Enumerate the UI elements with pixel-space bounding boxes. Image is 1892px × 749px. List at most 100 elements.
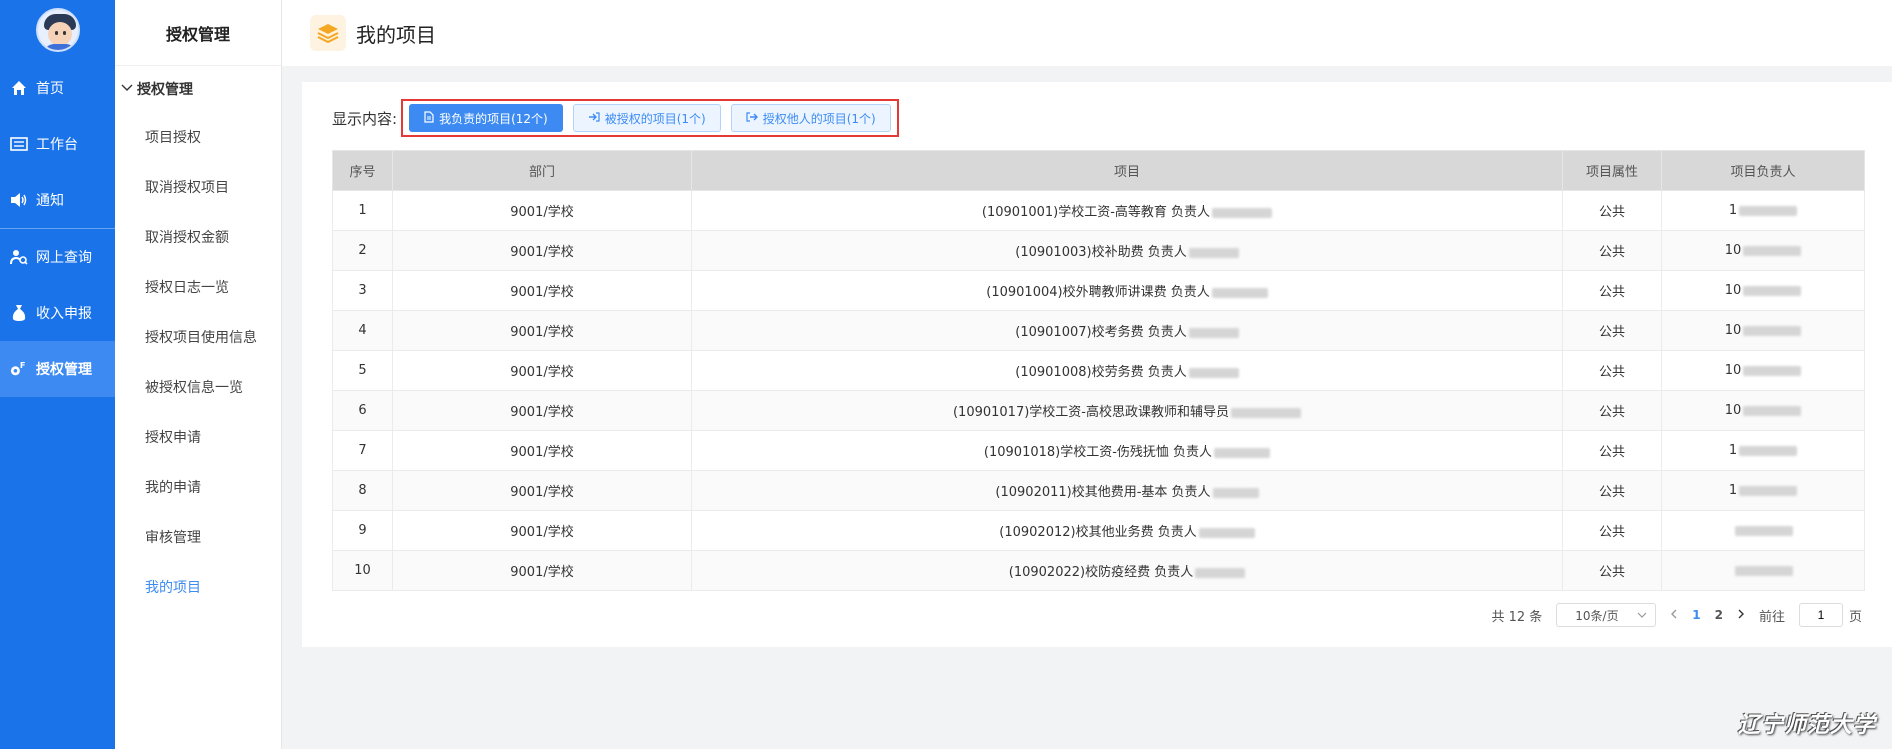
redacted-text: [1195, 567, 1246, 578]
cell-no: 9: [332, 510, 393, 551]
redacted-text: [1743, 405, 1802, 416]
col-header-no: 序号: [332, 150, 393, 191]
cell-dept: 9001/学校: [392, 190, 692, 231]
redacted-text: [1188, 327, 1239, 338]
avatar[interactable]: [35, 8, 80, 52]
subnav-item-cancel-project[interactable]: 取消授权项目: [115, 162, 281, 212]
nav-item-label: 收入申报: [36, 306, 92, 322]
cell-project-text: (10901018)学校工资-伤残抚恤 负责人: [983, 445, 1213, 460]
cell-attr-text: 公共: [1598, 325, 1625, 340]
authorized-others-button[interactable]: 授权他人的项目(1个): [730, 104, 891, 132]
cell-owner: 10: [1661, 230, 1865, 271]
table-row[interactable]: 4 9001/学校 (10901007)校考务费 负责人 公共 10: [332, 310, 1865, 351]
cell-no-text: 8: [358, 483, 367, 498]
cell-project: (10902011)校其他费用-基本 负责人: [691, 470, 1563, 511]
cell-dept-text: 9001/学校: [510, 285, 574, 300]
projects-table: 序号 部门 项目 项目属性 项目负责人 1 9001/学校 (10901001)学校…: [332, 150, 1865, 591]
page-2-button[interactable]: 2: [1715, 608, 1723, 622]
secondary-nav: 授权管理 授权管理 项目授权 取消授权项目 取消授权金额 授权日志一览 授权项目…: [115, 0, 282, 749]
table-row[interactable]: 8 9001/学校 (10902011)校其他费用-基本 负责人 公共 1: [332, 470, 1865, 511]
cell-dept: 9001/学校: [392, 390, 692, 431]
redacted-text: [1212, 487, 1259, 498]
cell-dept-text: 9001/学校: [510, 485, 574, 500]
cell-project: (10901003)校补助费 负责人: [691, 230, 1563, 271]
cell-project-text: (10901004)校外聘教师讲课费 负责人: [986, 285, 1210, 300]
cell-dept: 9001/学校: [392, 230, 692, 271]
subnav-item-my-projects[interactable]: 我的项目: [115, 562, 281, 612]
cell-dept: 9001/学校: [392, 350, 692, 391]
page-size-value: 10条/页: [1575, 608, 1619, 623]
subnav-item-authorized-info[interactable]: 被授权信息一览: [115, 362, 281, 412]
cell-attr-text: 公共: [1598, 365, 1625, 380]
next-page-button[interactable]: [1737, 608, 1745, 622]
my-projects-button[interactable]: 我负责的项目(12个): [409, 104, 563, 132]
page-header: 我的项目: [282, 0, 1892, 66]
cell-no: 6: [332, 390, 393, 431]
goto-label: 前往: [1758, 609, 1785, 625]
cell-no-text: 1: [358, 203, 367, 218]
subnav-item-cancel-amount[interactable]: 取消授权金额: [115, 212, 281, 262]
svg-text:F: F: [20, 360, 26, 370]
speaker-icon: [10, 191, 28, 209]
subnav-item-review[interactable]: 审核管理: [115, 512, 281, 562]
cell-no: 7: [332, 430, 393, 471]
cell-project-text: (10901008)校劳务费 负责人: [1015, 365, 1187, 380]
subnav-group-authorization[interactable]: 授权管理: [115, 66, 281, 112]
page-1-button[interactable]: 1: [1692, 608, 1700, 622]
nav-item-query[interactable]: 网上查询: [0, 229, 115, 285]
pagination: 共 12 条 10条/页 1 2 前往 页: [1491, 602, 1862, 628]
cell-owner: 10: [1661, 310, 1865, 351]
table-row[interactable]: 9 9001/学校 (10902012)校其他业务费 负责人 公共: [332, 510, 1865, 551]
prev-page-button[interactable]: [1670, 608, 1678, 622]
cell-project-text: (10901017)学校工资-高校思政课教师和辅导员: [952, 405, 1229, 420]
table-row[interactable]: 3 9001/学校 (10901004)校外聘教师讲课费 负责人 公共 10: [332, 270, 1865, 311]
primary-nav: 首页 工作台 通知 网上查询 收入申报 F 授权管理: [0, 0, 115, 749]
cell-attr: 公共: [1562, 470, 1662, 511]
table-row[interactable]: 6 9001/学校 (10901017)学校工资-高校思政课教师和辅导员 公共 10: [332, 390, 1865, 431]
cell-dept-text: 9001/学校: [510, 565, 574, 580]
cell-owner: 10: [1661, 350, 1865, 391]
table-row[interactable]: 1 9001/学校 (10901001)学校工资-高等教育 负责人 公共 1: [332, 190, 1865, 231]
cell-project-text: (10901003)校补助费 负责人: [1015, 245, 1187, 260]
subnav-item-project-authorize[interactable]: 项目授权: [115, 112, 281, 162]
goto-page-input[interactable]: [1798, 603, 1843, 627]
nav-item-notice[interactable]: 通知: [0, 172, 115, 228]
cell-project-text: (10901001)学校工资-高等教育 负责人: [981, 205, 1211, 220]
table-row[interactable]: 5 9001/学校 (10901008)校劳务费 负责人 公共 10: [332, 350, 1865, 391]
cell-attr: 公共: [1562, 430, 1662, 471]
nav-item-home[interactable]: 首页: [0, 60, 115, 116]
table-row[interactable]: 7 9001/学校 (10901018)学校工资-伤残抚恤 负责人 公共 1: [332, 430, 1865, 471]
nav-item-authorization[interactable]: F 授权管理: [0, 341, 115, 397]
authorized-projects-button[interactable]: 被授权的项目(1个): [572, 104, 721, 132]
cell-project: (10901001)学校工资-高等教育 负责人: [691, 190, 1563, 231]
cell-no-text: 3: [358, 283, 367, 298]
cell-owner: [1661, 510, 1865, 551]
main-card: 显示内容: 我负责的项目(12个) 被授权的项目(1个) 授权他人的项目(1个): [302, 82, 1892, 647]
table-row[interactable]: 10 9001/学校 (10902022)校防疫经费 负责人 公共: [332, 550, 1865, 591]
page-size-select[interactable]: 10条/页: [1556, 603, 1657, 627]
chevron-down-icon: [121, 81, 133, 97]
button-label: 被授权的项目(1个): [604, 111, 706, 126]
total-count: 共 12 条: [1491, 609, 1543, 625]
redacted-text: [1231, 407, 1301, 418]
cell-owner-text: 10: [1724, 323, 1742, 338]
cell-attr-text: 公共: [1598, 485, 1625, 500]
chevron-down-icon: [1637, 608, 1647, 622]
redacted-text: [1212, 207, 1273, 218]
cell-dept-text: 9001/学校: [510, 365, 574, 380]
page-unit: 页: [1848, 609, 1862, 625]
nav-item-label: 首页: [36, 81, 64, 97]
subnav-item-auth-apply[interactable]: 授权申请: [115, 412, 281, 462]
cell-dept: 9001/学校: [392, 550, 692, 591]
nav-item-income[interactable]: 收入申报: [0, 285, 115, 341]
page-title: 我的项目: [356, 22, 436, 47]
subnav-item-usage-info[interactable]: 授权项目使用信息: [115, 312, 281, 362]
nav-item-workbench[interactable]: 工作台: [0, 116, 115, 172]
subnav-item-my-apply[interactable]: 我的申请: [115, 462, 281, 512]
filter-label: 显示内容:: [332, 109, 398, 128]
table-row[interactable]: 2 9001/学校 (10901003)校补助费 负责人 公共 10: [332, 230, 1865, 271]
redacted-text: [1743, 325, 1802, 336]
cell-attr-text: 公共: [1598, 285, 1625, 300]
cell-no-text: 6: [358, 403, 367, 418]
subnav-item-auth-log[interactable]: 授权日志一览: [115, 262, 281, 312]
